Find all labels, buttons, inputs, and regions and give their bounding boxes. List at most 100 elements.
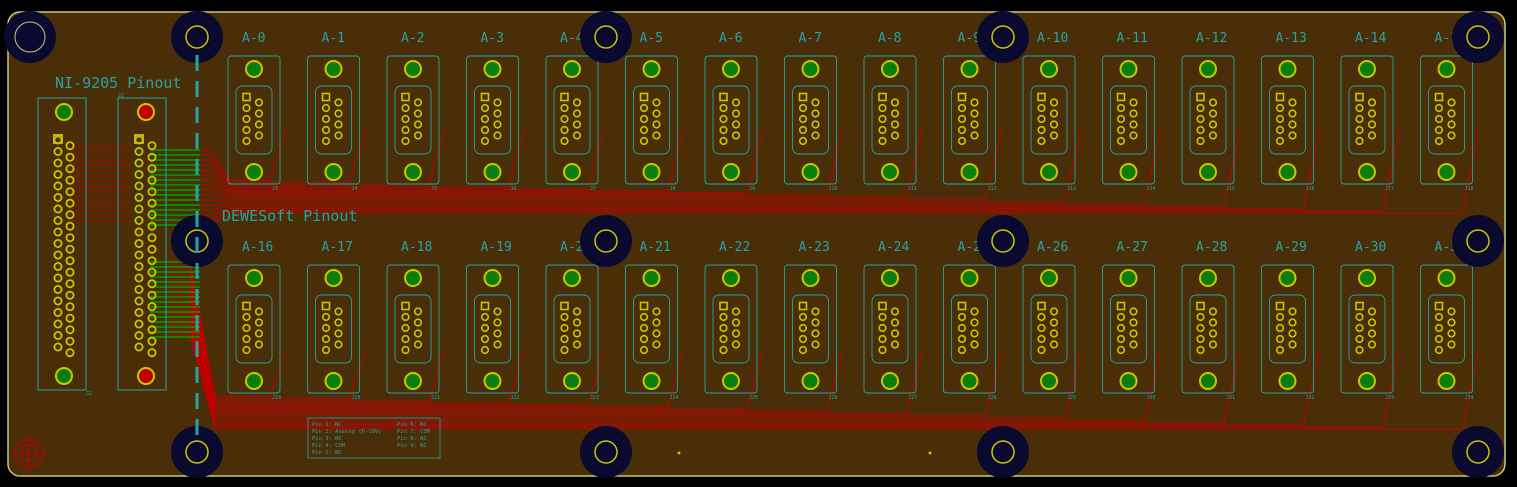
mounting-hole [977, 215, 1029, 267]
pin-legend-line-4: Pin 4: COM [312, 443, 346, 449]
dsub-mount-pad [1040, 269, 1058, 287]
channel-label: A-2 [401, 31, 424, 46]
dsub-mount-pad [324, 372, 343, 390]
dsub-ref: J8 [670, 186, 676, 192]
pcb-layout-canvas[interactable]: A-0J3A-1J4A-2J5A-3J6A-4J7A-5J8A-6J9A-7J1… [0, 0, 1517, 487]
dsub-mount-pad [881, 163, 899, 181]
mounting-hole [1452, 11, 1504, 63]
dsub-mount-pad [1040, 163, 1058, 181]
channel-label: A-29 [1276, 240, 1307, 255]
dsub-ref: J15 [1226, 186, 1235, 192]
dsub-mount-pad [324, 269, 343, 287]
dsub-ref: J29 [1067, 395, 1076, 401]
dsub-ref: J16 [1306, 186, 1315, 192]
mounting-hole [580, 215, 632, 267]
mounting-hole-corner [14, 21, 46, 53]
dsub-ref: J21 [431, 395, 440, 401]
dsub-mount-pad [1437, 60, 1456, 78]
dsub-mount-pad [1119, 60, 1138, 78]
fiducial-dot [677, 451, 681, 455]
dsub-ref: J11 [908, 186, 917, 192]
pin-legend-line-1: Pin 1: NC [312, 422, 342, 428]
dsub-mount-pad [1119, 372, 1138, 390]
dsub-mount-pad [722, 60, 740, 78]
dsub-mount-pad [1437, 372, 1456, 390]
dsub-mount-pad [1358, 163, 1376, 181]
dsub-mount-pad [1358, 372, 1376, 390]
dsub-ref: J26 [829, 395, 838, 401]
pin-legend-line-2: Pin 2: Analog (0-10V) [312, 429, 382, 435]
channel-label: A-8 [878, 31, 901, 46]
dsub-mount-pad [245, 269, 263, 287]
dsub-ref: J22 [511, 395, 520, 401]
dsub-mount-pad [722, 269, 740, 287]
dsub-mount-pad [245, 60, 263, 78]
dewesoft-pinout-title: DEWESoft Pinout [222, 207, 357, 225]
dsub-mount-pad [404, 372, 422, 390]
dsub-ref: J9 [749, 186, 755, 192]
dsub-mount-pad [801, 269, 820, 287]
ni9205-pinout-title: NI-9205 Pinout [55, 74, 181, 92]
channel-label: A-7 [799, 31, 822, 46]
dsub-mount-pad [960, 372, 979, 390]
dsub-ref: J18 [1465, 186, 1474, 192]
dsub-ref: J28 [988, 395, 997, 401]
channel-label: A-24 [878, 240, 909, 255]
dsub-mount-pad [722, 163, 740, 181]
dsub-mount-pad [881, 269, 899, 287]
channel-label: A-6 [719, 31, 742, 46]
dsub-mount-pad [881, 372, 899, 390]
dsub-mount-pad [324, 163, 343, 181]
dsub-mount-pad [483, 60, 502, 78]
channel-label: A-28 [1196, 240, 1227, 255]
ni-mount-pad [55, 367, 73, 385]
mounting-hole [580, 426, 632, 478]
mounting-hole [580, 11, 632, 63]
dsub-ref: J23 [590, 395, 599, 401]
channel-label: A-27 [1117, 240, 1148, 255]
dsub-mount-pad [1040, 60, 1058, 78]
ni-ref-a: J1 [118, 93, 124, 99]
dsub-mount-pad [1199, 269, 1217, 287]
dsub-mount-pad [1437, 163, 1456, 181]
dsub-mount-pad [483, 372, 502, 390]
pin-legend-line-8: Pin 8: NC [397, 436, 427, 442]
dsub-ref: J14 [1147, 186, 1156, 192]
channel-label: A-22 [719, 240, 750, 255]
channel-label: A-5 [640, 31, 663, 46]
dsub-mount-pad [563, 269, 581, 287]
channel-label: A-17 [322, 240, 353, 255]
dsub-ref: J3 [272, 186, 278, 192]
channel-label: A-0 [242, 31, 265, 46]
dsub-ref: J32 [1306, 395, 1315, 401]
mounting-hole [977, 11, 1029, 63]
mounting-hole [1452, 215, 1504, 267]
dsub-mount-pad [1040, 372, 1058, 390]
dsub-mount-pad [881, 60, 899, 78]
dsub-mount-pad [722, 372, 740, 390]
dsub-ref: J12 [988, 186, 997, 192]
dsub-mount-pad [1358, 269, 1376, 287]
ni-mount-pad [137, 367, 155, 385]
channel-label: A-21 [640, 240, 671, 255]
channel-label: A-11 [1117, 31, 1148, 46]
pin-legend-line-7: Pin 7: COM [397, 429, 431, 435]
pin-legend-line-9: Pin 9: NC [397, 443, 427, 449]
dsub-ref: J4 [352, 186, 358, 192]
dsub-mount-pad [801, 60, 820, 78]
dsub-mount-pad [324, 60, 343, 78]
mounting-hole [1452, 426, 1504, 478]
ni-ref-b: J2 [86, 391, 92, 397]
dsub-mount-pad [1278, 60, 1297, 78]
dsub-mount-pad [404, 60, 422, 78]
dsub-mount-pad [1119, 163, 1138, 181]
dsub-ref: J5 [431, 186, 437, 192]
channel-label: A-16 [242, 240, 273, 255]
dsub-mount-pad [245, 372, 263, 390]
dsub-mount-pad [642, 372, 661, 390]
dsub-ref: J31 [1226, 395, 1235, 401]
dsub-ref: J17 [1385, 186, 1394, 192]
channel-label: A-30 [1355, 240, 1386, 255]
dsub-ref: J33 [1385, 395, 1394, 401]
dsub-mount-pad [642, 269, 661, 287]
